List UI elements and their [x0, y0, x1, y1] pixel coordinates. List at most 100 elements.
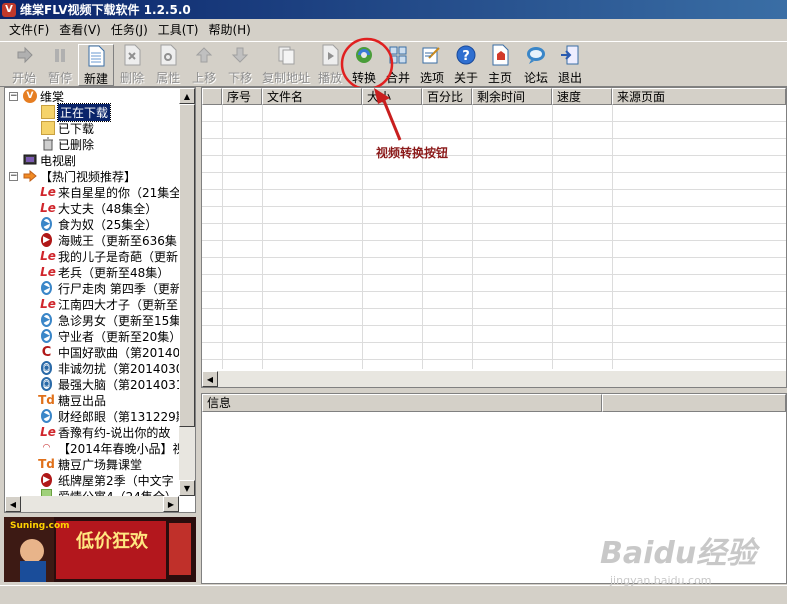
folder-download-icon	[41, 105, 55, 119]
exit-icon	[559, 44, 581, 66]
new-button[interactable]: 新建	[78, 44, 114, 86]
column-header-speed[interactable]: 速度	[552, 88, 612, 105]
column-header-index[interactable]: 序号	[222, 88, 262, 105]
scroll-left-button[interactable]: ◀	[5, 496, 21, 512]
film-icon: ◉	[40, 377, 53, 391]
tree-item-hot-video[interactable]: Le 老兵（更新至48集）	[40, 264, 169, 280]
start-button[interactable]: 开始	[6, 44, 42, 86]
tree-label: 糖豆出品	[58, 393, 107, 408]
menu-view[interactable]: 查看(V)	[54, 20, 106, 40]
menu-help[interactable]: 帮助(H)	[203, 20, 255, 40]
window-title: 维棠FLV视频下载软件 1.2.5.0	[20, 3, 191, 17]
tree-item-hot-video[interactable]: Le 大丈夫（48集全）	[40, 200, 157, 216]
tree-item-tv[interactable]: 电视剧	[23, 152, 76, 168]
tree-vscrollbar[interactable]: ▲ ▼	[179, 88, 195, 496]
tree-item-hot-video[interactable]: ◠ 【2014年春晚小品】视	[41, 440, 185, 456]
about-button[interactable]: ? 关于	[450, 44, 482, 86]
watermark: Baidu经验 jingyan.baidu.com	[600, 528, 780, 598]
tree-item-hot-video[interactable]: ▶ 纸牌屋第2季（中文字	[41, 472, 174, 488]
title-bar: V 维棠FLV视频下载软件 1.2.5.0	[0, 0, 787, 19]
forum-button[interactable]: 论坛	[518, 44, 554, 86]
tree-item-hot[interactable]: 【热门视频推荐】	[23, 168, 136, 184]
tree-item-hot-video[interactable]: Le 香豫有约-说出你的故	[40, 424, 171, 440]
tree-label: 已下载	[58, 121, 95, 136]
column-header-percent[interactable]: 百分比	[422, 88, 472, 105]
tree-item-hot-video[interactable]: Le 来自星星的你（21集全	[40, 184, 181, 200]
delete-icon	[121, 44, 143, 66]
tree-item-hot-video[interactable]: C 中国好歌曲（第20140	[41, 344, 180, 360]
scroll-left-button[interactable]: ◀	[202, 371, 218, 387]
tree-item-downloaded[interactable]: 已下载	[41, 120, 94, 136]
tree-label: 食为奴（25集全）	[58, 217, 158, 232]
tree-label: 已删除	[58, 137, 95, 152]
move-up-button[interactable]: 上移	[186, 44, 222, 86]
copy-address-button[interactable]: 复制地址	[258, 44, 314, 86]
collapse-root-toggle[interactable]: −	[9, 92, 18, 101]
homepage-button[interactable]: 主页	[482, 44, 518, 86]
app-logo-icon: V	[2, 2, 16, 17]
list-hscrollbar[interactable]: ◀	[202, 371, 786, 387]
tree-item-hot-video[interactable]: ◉ 最强大脑（第2014031	[40, 376, 184, 392]
menu-file[interactable]: 文件(F)	[4, 20, 54, 40]
tree-hscrollbar[interactable]: ◀ ▶	[5, 496, 179, 512]
tree-label: 非诚勿扰（第2014030	[58, 361, 184, 376]
move-down-button[interactable]: 下移	[222, 44, 258, 86]
info-column-header-2[interactable]	[602, 394, 786, 412]
download-list: 序号 文件名 大小 百分比 剩余时间 速度 来源页面 ◀	[201, 87, 787, 388]
scroll-thumb[interactable]	[179, 104, 195, 427]
tree-label: 急诊男女（更新至15集	[58, 313, 182, 328]
properties-button[interactable]: 属性	[150, 44, 186, 86]
scroll-right-button[interactable]: ▶	[163, 496, 179, 512]
weitang-logo-icon: V	[23, 89, 37, 103]
column-header-filename[interactable]: 文件名	[262, 88, 362, 105]
tree-item-hot-video[interactable]: Td 糖豆出品	[38, 392, 107, 408]
channel-c-icon: C	[41, 344, 52, 360]
letv-icon: Le	[40, 201, 56, 215]
video-red-icon: ▶	[41, 473, 55, 487]
tree-item-root[interactable]: V 维棠	[23, 88, 64, 104]
tree-label: 香豫有约-说出你的故	[58, 425, 171, 440]
tree-label: 财经郎眼（第131229期	[58, 409, 188, 424]
tree-item-hot-video[interactable]: ▶ 急诊男女（更新至15集	[41, 312, 181, 328]
tree-item-hot-video[interactable]: ▶ 海贼王（更新至636集	[41, 232, 177, 248]
tree-item-hot-video[interactable]: Td 糖豆广场舞课堂	[38, 456, 142, 472]
tree-item-hot-video[interactable]: ▶ 食为奴（25集全）	[41, 216, 157, 232]
tree-item-hot-video[interactable]: Le 我的儿子是奇葩（更新	[40, 248, 178, 264]
pause-button[interactable]: 暂停	[42, 44, 78, 86]
tree-label: 【热门视频推荐】	[40, 169, 137, 184]
tree-item-deleted[interactable]: 已删除	[41, 136, 94, 152]
play-circle-icon: ▶	[41, 217, 55, 231]
about-icon: ?	[455, 44, 477, 66]
info-column-header[interactable]: 信息	[202, 394, 602, 412]
tree-item-hot-video[interactable]: ▶ 守业者（更新至20集）	[41, 328, 181, 344]
letv-icon: Le	[40, 297, 56, 311]
tree-item-hot-video[interactable]: ◉ 非诚勿扰（第2014030	[40, 360, 184, 376]
tree-item-hot-video[interactable]: ▶ 财经郎眼（第131229期	[41, 408, 188, 424]
scroll-down-button[interactable]: ▼	[179, 480, 195, 496]
tree-item-downloading[interactable]: 正在下载	[41, 102, 112, 122]
menu-tools[interactable]: 工具(T)	[153, 20, 204, 40]
tree-item-hot-video[interactable]: Le 江南四大才子（更新至	[40, 296, 178, 312]
properties-icon	[157, 44, 179, 66]
options-button[interactable]: 选项	[414, 44, 450, 86]
move-down-icon	[229, 44, 251, 66]
column-header-remaining[interactable]: 剩余时间	[472, 88, 552, 105]
svg-text:?: ?	[462, 49, 470, 64]
delete-button[interactable]: 删除	[114, 44, 150, 86]
watermark-url: jingyan.baidu.com	[610, 574, 712, 587]
tree-label: 维棠	[40, 89, 65, 104]
arrow-right-icon	[23, 169, 37, 183]
video-red-icon: ▶	[41, 233, 55, 247]
ad-banner[interactable]: Suning.com 低价狂欢	[4, 517, 196, 582]
exit-button[interactable]: 退出	[554, 44, 586, 86]
tv-icon	[23, 153, 37, 167]
collapse-hot-toggle[interactable]: −	[9, 172, 18, 181]
move-up-icon	[193, 44, 215, 66]
scroll-up-button[interactable]: ▲	[179, 88, 195, 104]
tree-label: 最强大脑（第2014031	[58, 377, 184, 392]
menu-task[interactable]: 任务(J)	[106, 20, 153, 40]
column-header-source[interactable]: 来源页面	[612, 88, 786, 105]
homepage-icon	[489, 44, 511, 66]
tree-item-hot-video[interactable]: ▶ 行尸走肉 第四季（更新	[41, 280, 182, 296]
column-header-select[interactable]	[202, 88, 222, 105]
